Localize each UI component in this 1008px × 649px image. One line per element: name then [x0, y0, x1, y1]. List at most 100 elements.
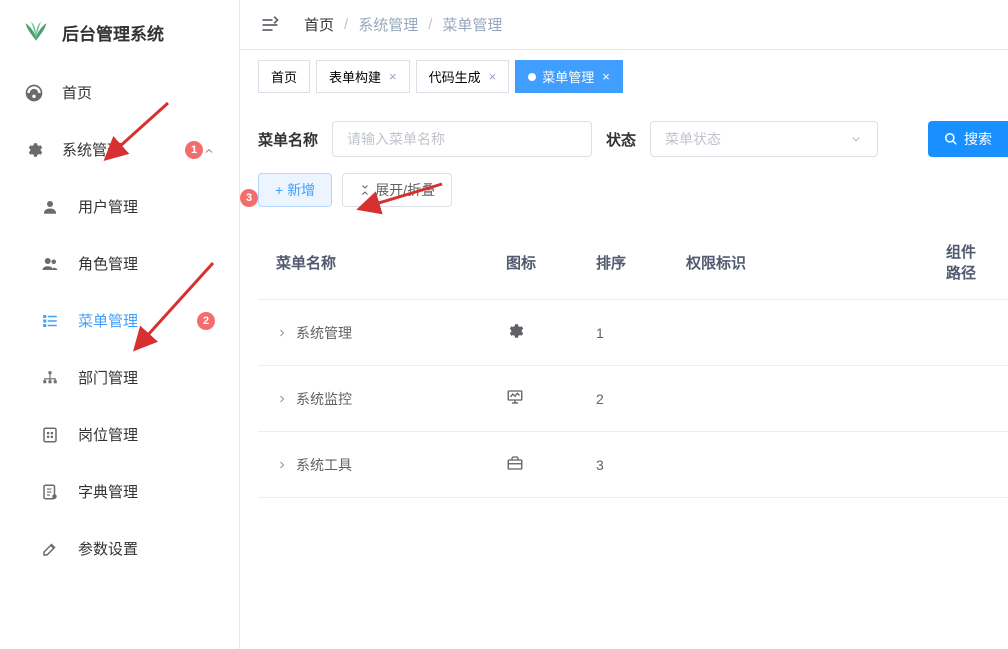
tab-home[interactable]: 首页 — [258, 60, 310, 93]
row-name-text: 系统工具 — [296, 455, 352, 475]
breadcrumb-sep: / — [344, 16, 348, 33]
close-icon[interactable]: × — [602, 69, 610, 84]
th-name: 菜单名称 — [258, 225, 488, 300]
search-icon — [944, 132, 958, 146]
caret-right-icon[interactable] — [276, 327, 288, 339]
sidebar-item-users[interactable]: 用户管理 — [0, 178, 239, 235]
sidebar-item-label: 岗位管理 — [78, 424, 215, 445]
tabs: 首页 表单构建 × 代码生成 × 菜单管理 × — [240, 50, 1008, 103]
plus-icon: + — [275, 182, 283, 198]
gear-icon — [24, 140, 44, 160]
post-icon — [40, 425, 60, 445]
menu-table: 菜单名称 图标 排序 权限标识 组件路径 系统管理 1 — [258, 225, 1008, 498]
tab-label: 首页 — [271, 67, 297, 86]
row-order: 2 — [578, 366, 668, 432]
sidebar-item-roles[interactable]: 角色管理 — [0, 235, 239, 292]
tab-code-gen[interactable]: 代码生成 × — [416, 60, 510, 93]
sidebar-item-system[interactable]: 系统管理 1 — [0, 121, 239, 178]
tab-form-builder[interactable]: 表单构建 × — [316, 60, 410, 93]
status-label: 状态 — [606, 129, 636, 150]
hamburger-icon[interactable] — [260, 15, 280, 35]
sidebar-item-menu[interactable]: 菜单管理 2 — [0, 292, 239, 349]
table-row[interactable]: 系统工具 3 — [258, 432, 1008, 498]
sidebar-item-label: 首页 — [62, 82, 215, 103]
row-component — [928, 432, 1008, 498]
sidebar-item-label: 字典管理 — [78, 481, 215, 502]
badge-2: 2 — [197, 312, 215, 330]
toolbox-icon — [506, 454, 524, 472]
sidebar-item-dept[interactable]: 部门管理 — [0, 349, 239, 406]
search-button[interactable]: 搜索 — [928, 121, 1008, 157]
table-header-row: 菜单名称 图标 排序 权限标识 组件路径 — [258, 225, 1008, 300]
logo-area: 后台管理系统 — [0, 0, 239, 64]
sidebar-item-post[interactable]: 岗位管理 — [0, 406, 239, 463]
crumb-home[interactable]: 首页 — [304, 14, 334, 35]
row-component — [928, 300, 1008, 366]
sidebar: 后台管理系统 首页 系统管理 1 用户管理 — [0, 0, 240, 649]
gear-icon — [506, 322, 524, 340]
crumb-system[interactable]: 系统管理 — [358, 14, 418, 35]
select-placeholder: 菜单状态 — [665, 129, 721, 149]
chevron-up-icon — [203, 144, 215, 156]
caret-right-icon[interactable] — [276, 459, 288, 471]
th-component: 组件路径 — [928, 225, 1008, 300]
content: 菜单名称 状态 菜单状态 搜索 + 新增 3 展开/折叠 — [240, 103, 1008, 649]
sidebar-item-label: 参数设置 — [78, 538, 215, 559]
chevron-down-icon — [849, 132, 863, 146]
sidebar-item-label: 菜单管理 — [78, 310, 199, 331]
row-perm — [668, 300, 928, 366]
logo-icon — [22, 18, 50, 46]
add-label: 新增 — [287, 180, 315, 200]
menu-name-input[interactable] — [332, 121, 592, 157]
tab-label: 表单构建 — [329, 67, 381, 86]
table-row[interactable]: 系统监控 2 — [258, 366, 1008, 432]
sidebar-item-label: 用户管理 — [78, 196, 215, 217]
sidebar-item-label: 部门管理 — [78, 367, 215, 388]
breadcrumb-sep: / — [428, 16, 432, 33]
dict-icon — [40, 482, 60, 502]
sidebar-menu: 首页 系统管理 1 用户管理 角色管理 — [0, 64, 239, 649]
monitor-icon — [506, 388, 524, 406]
filter-row: 菜单名称 状态 菜单状态 搜索 — [258, 121, 1008, 157]
sidebar-item-label: 系统管理 — [62, 139, 187, 160]
dashboard-icon — [24, 83, 44, 103]
row-name-text: 系统监控 — [296, 389, 352, 409]
table-row[interactable]: 系统管理 1 — [258, 300, 1008, 366]
row-component — [928, 366, 1008, 432]
caret-right-icon[interactable] — [276, 393, 288, 405]
row-perm — [668, 432, 928, 498]
edit-icon — [40, 539, 60, 559]
close-icon[interactable]: × — [389, 69, 397, 84]
header: 首页 / 系统管理 / 菜单管理 — [240, 0, 1008, 50]
sidebar-item-home[interactable]: 首页 — [0, 64, 239, 121]
th-perm: 权限标识 — [668, 225, 928, 300]
action-row: + 新增 3 展开/折叠 — [258, 173, 1008, 207]
badge-1: 1 — [185, 141, 203, 159]
badge-3: 3 — [240, 189, 258, 207]
row-order: 3 — [578, 432, 668, 498]
tab-label: 菜单管理 — [542, 67, 594, 86]
app-title: 后台管理系统 — [62, 20, 164, 45]
add-button[interactable]: + 新增 — [258, 173, 332, 207]
expand-label: 展开/折叠 — [375, 180, 435, 200]
user-icon — [40, 197, 60, 217]
menu-name-label: 菜单名称 — [258, 129, 318, 150]
org-icon — [40, 368, 60, 388]
crumb-menu: 菜单管理 — [442, 14, 502, 35]
menu-list-icon — [40, 311, 60, 331]
close-icon[interactable]: × — [489, 69, 497, 84]
expand-icon — [359, 184, 371, 196]
row-name-text: 系统管理 — [296, 323, 352, 343]
search-label: 搜索 — [964, 129, 992, 149]
row-perm — [668, 366, 928, 432]
active-dot-icon — [528, 73, 536, 81]
tab-menu[interactable]: 菜单管理 × — [515, 60, 623, 93]
users-icon — [40, 254, 60, 274]
th-icon: 图标 — [488, 225, 578, 300]
breadcrumb: 首页 / 系统管理 / 菜单管理 — [304, 14, 502, 35]
row-order: 1 — [578, 300, 668, 366]
expand-button[interactable]: 展开/折叠 — [342, 173, 452, 207]
sidebar-item-dict[interactable]: 字典管理 — [0, 463, 239, 520]
status-select[interactable]: 菜单状态 — [650, 121, 878, 157]
sidebar-item-config[interactable]: 参数设置 — [0, 520, 239, 577]
